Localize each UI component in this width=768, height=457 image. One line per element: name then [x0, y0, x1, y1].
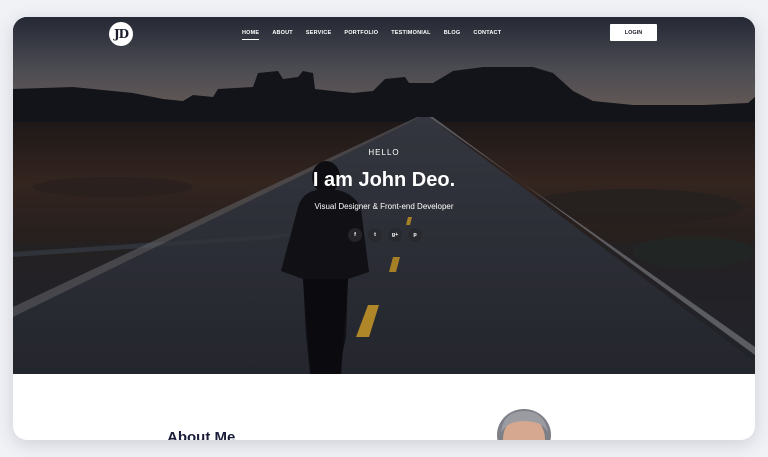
nav-service[interactable]: SERVICE — [306, 30, 331, 40]
hero-subtitle: Visual Designer & Front-end Developer — [314, 202, 454, 211]
profile-photo — [493, 405, 555, 440]
nav-home[interactable]: HOME — [242, 30, 260, 40]
facebook-icon[interactable]: f — [348, 228, 362, 242]
hero-section: JD HOME ABOUT SERVICE PORTFOLIO TESTIMON… — [13, 17, 755, 374]
pinterest-icon[interactable]: p — [408, 228, 422, 242]
nav-portfolio[interactable]: PORTFOLIO — [344, 30, 378, 40]
login-button[interactable]: LOGIN — [610, 24, 657, 41]
google-plus-icon[interactable]: g+ — [388, 228, 402, 242]
nav-testimonial[interactable]: TESTIMONIAL — [391, 30, 430, 40]
twitter-icon[interactable]: t — [368, 228, 382, 242]
main-nav: HOME ABOUT SERVICE PORTFOLIO TESTIMONIAL… — [242, 30, 501, 40]
hero-overlay — [13, 17, 755, 374]
nav-contact[interactable]: CONTACT — [473, 30, 501, 40]
browser-frame: JD HOME ABOUT SERVICE PORTFOLIO TESTIMON… — [13, 17, 755, 440]
about-title: About Me — [167, 429, 236, 440]
hero-greeting: HELLO — [368, 148, 400, 157]
nav-about[interactable]: ABOUT — [272, 30, 293, 40]
social-links: f t g+ p — [348, 228, 422, 242]
logo[interactable]: JD — [109, 22, 133, 46]
nav-blog[interactable]: BLOG — [444, 30, 461, 40]
hero-title: I am John Deo. — [312, 169, 456, 191]
